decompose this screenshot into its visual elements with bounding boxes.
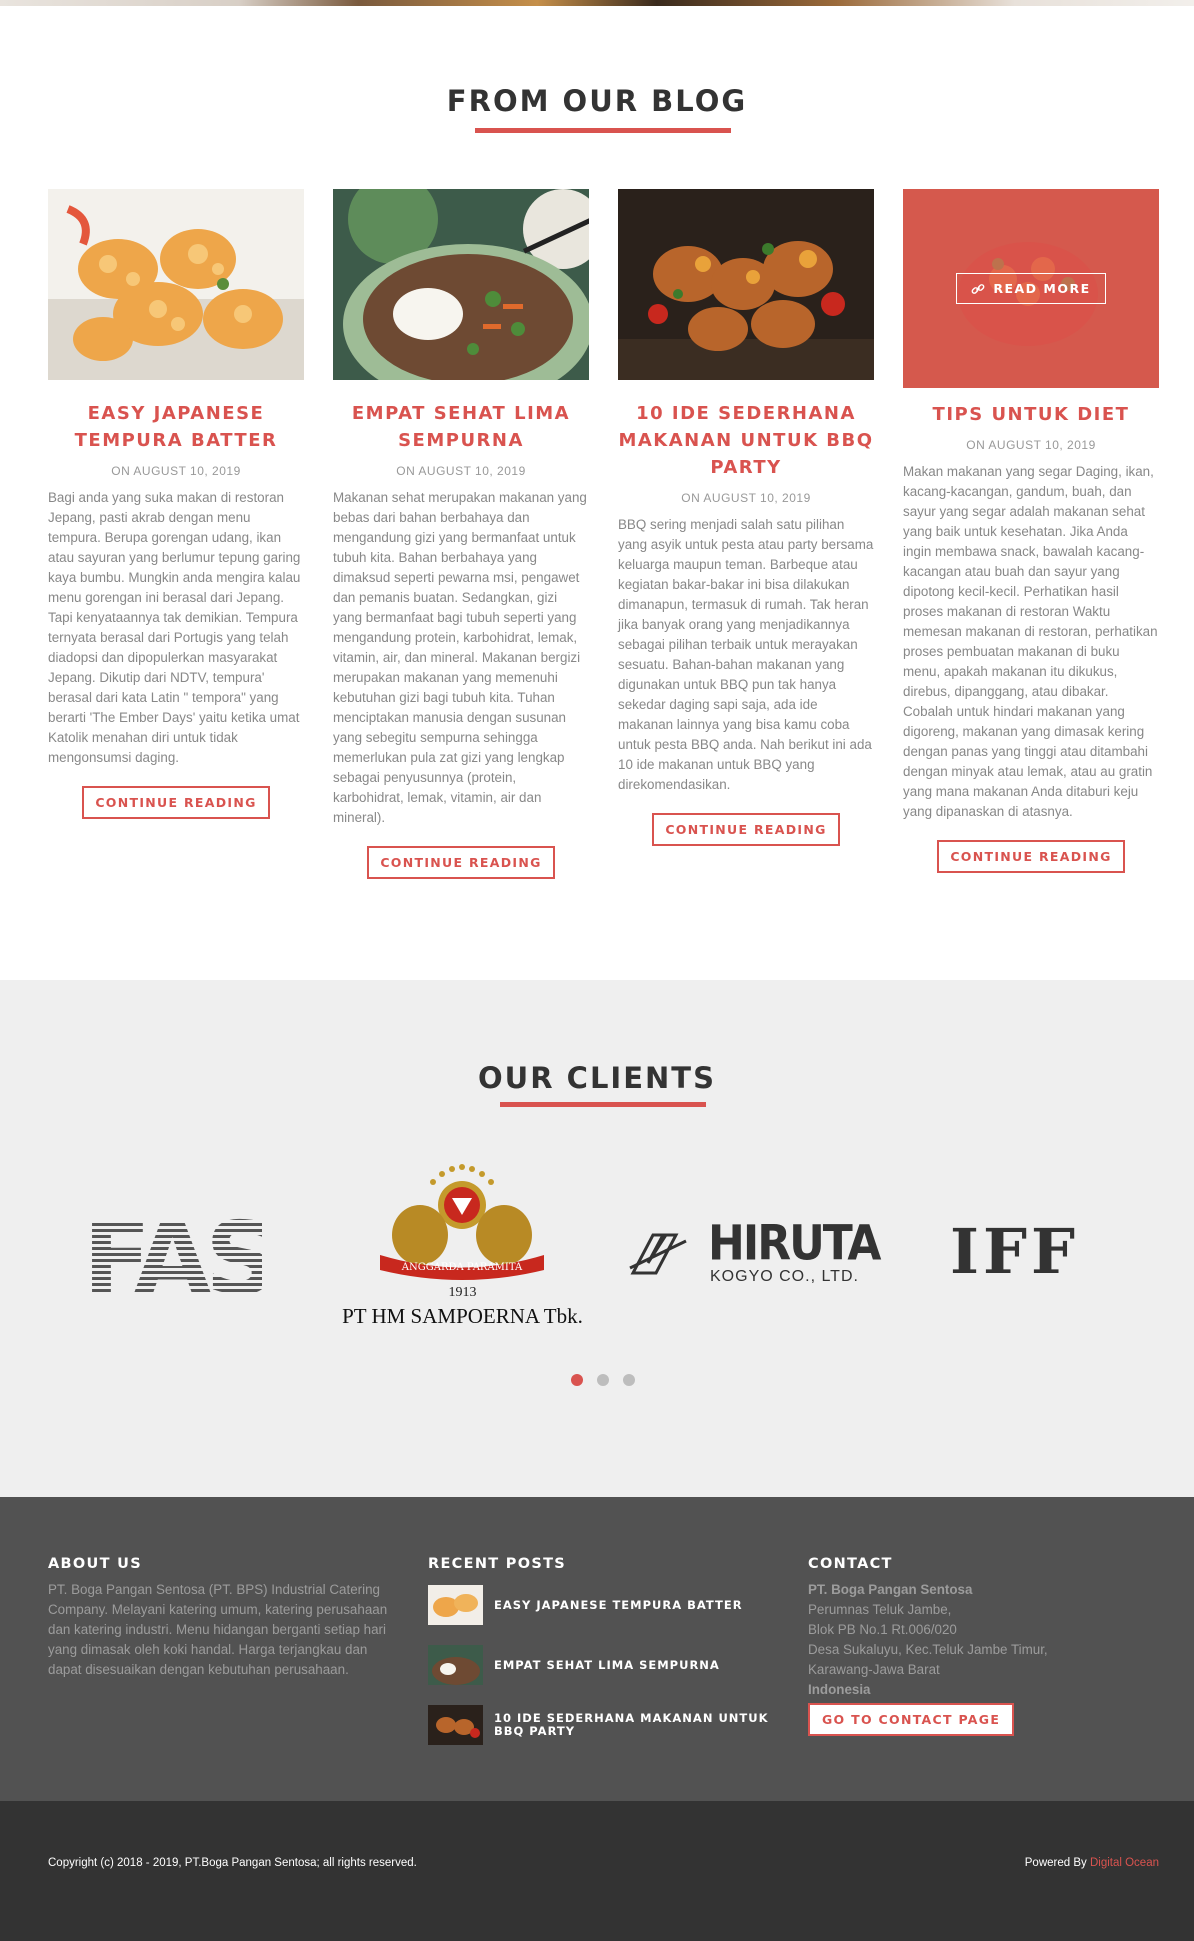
recent-post-title[interactable]: EMPAT SEHAT LIMA SEMPURNA <box>494 1658 720 1672</box>
blog-post-excerpt: BBQ sering menjadi salah satu pilihan ya… <box>618 517 874 792</box>
blog-card: READ MORE TIPS UNTUK DIET ON AUGUST 10, … <box>903 189 1159 873</box>
carousel-dot[interactable] <box>623 1374 635 1386</box>
client-logo-fas: FAS <box>83 1200 277 1317</box>
link-icon <box>971 283 985 294</box>
copyright-text: Copyright (c) 2018 - 2019, PT.Boga Panga… <box>48 1857 417 1869</box>
recent-post-item[interactable]: EMPAT SEHAT LIMA SEMPURNA <box>428 1645 788 1685</box>
blog-post-title[interactable]: EMPAT SEHAT LIMA SEMPURNA <box>333 400 589 454</box>
hiruta-emblem-icon <box>629 1233 687 1275</box>
bottom-bar <box>0 1801 1194 1941</box>
blog-post-excerpt: Makanan sehat merupakan makanan yang beb… <box>333 490 587 825</box>
carousel-dot[interactable] <box>571 1374 583 1386</box>
clients-title-underline <box>500 1102 706 1107</box>
carousel-dot[interactable] <box>597 1374 609 1386</box>
image-hover-overlay: READ MORE <box>903 189 1159 388</box>
blog-card: 10 IDE SEDERHANA MAKANAN UNTUK BBQ PARTY… <box>618 189 874 846</box>
hiruta-logo-text: HIRUTA <box>708 1215 881 1272</box>
client-logo-sampoerna: ANGGARDA PARAMITA 1913 PT HM SAMPOERNA T… <box>340 1160 585 1335</box>
contact-country: Indonesia <box>808 1682 871 1697</box>
powered-by-label: Powered By <box>1024 1857 1090 1869</box>
contact-address-line: Desa Sukaluyu, Kec.Teluk Jambe Timur, <box>808 1642 1048 1657</box>
continue-reading-button[interactable]: CONTINUE READING <box>937 840 1125 873</box>
sampoerna-banner-text: ANGGARDA PARAMITA <box>401 1262 523 1273</box>
blog-image-tempura[interactable] <box>48 189 304 380</box>
blog-post-date: ON AUGUST 10, 2019 <box>966 438 1096 452</box>
contact-address-line: Karawang-Jawa Barat <box>808 1662 940 1677</box>
footer-contact-heading: CONTACT <box>808 1556 893 1572</box>
recent-post-item[interactable]: EASY JAPANESE TEMPURA BATTER <box>428 1585 788 1625</box>
powered-by: Powered By Digital Ocean <box>1025 1857 1159 1869</box>
contact-address-line: Blok PB No.1 Rt.006/020 <box>808 1622 957 1637</box>
blog-post-excerpt: Bagi anda yang suka makan di restoran Je… <box>48 490 301 765</box>
blog-post-title[interactable]: 10 IDE SEDERHANA MAKANAN UNTUK BBQ PARTY <box>618 400 874 481</box>
recent-post-thumbnail <box>428 1645 483 1685</box>
client-logo-iff: IFF <box>950 1215 1125 1288</box>
continue-reading-button[interactable]: CONTINUE READING <box>652 813 840 846</box>
recent-post-item[interactable]: 10 IDE SEDERHANA MAKANAN UNTUK BBQ PARTY <box>428 1705 788 1745</box>
blog-title-underline <box>475 128 731 133</box>
recent-post-title[interactable]: EASY JAPANESE TEMPURA BATTER <box>494 1598 743 1612</box>
blog-post-date: ON AUGUST 10, 2019 <box>111 464 241 478</box>
contact-company: PT. Boga Pangan Sentosa <box>808 1582 973 1597</box>
hiruta-logo-sub: KOGYO CO., LTD. <box>710 1268 859 1285</box>
blog-post-date: ON AUGUST 10, 2019 <box>396 464 526 478</box>
continue-reading-button[interactable]: CONTINUE READING <box>367 846 555 879</box>
blog-card: EASY JAPANESE TEMPURA BATTER ON AUGUST 1… <box>48 189 304 819</box>
blog-post-date: ON AUGUST 10, 2019 <box>681 491 811 505</box>
fas-logo-text: FAS <box>92 1205 262 1301</box>
continue-reading-button[interactable]: CONTINUE READING <box>82 786 270 819</box>
blog-image-healthy-meal[interactable] <box>333 189 589 380</box>
blog-post-title[interactable]: EASY JAPANESE TEMPURA BATTER <box>48 400 304 454</box>
footer-about-heading: ABOUT US <box>48 1556 142 1572</box>
recent-post-thumbnail <box>428 1585 483 1625</box>
footer-recent-heading: RECENT POSTS <box>428 1556 567 1572</box>
blog-section-title: FROM OUR BLOG <box>446 84 748 118</box>
powered-by-link[interactable]: Digital Ocean <box>1090 1857 1159 1869</box>
blog-card: EMPAT SEHAT LIMA SEMPURNA ON AUGUST 10, … <box>333 189 589 879</box>
footer-about-text: PT. Boga Pangan Sentosa (PT. BPS) Indust… <box>48 1582 388 1677</box>
recent-post-thumbnail <box>428 1705 483 1745</box>
sampoerna-year: 1913 <box>448 1285 477 1300</box>
clients-section-title: OUR CLIENTS <box>478 1061 716 1095</box>
iff-logo-text: IFF <box>950 1215 1080 1288</box>
contact-page-button[interactable]: GO TO CONTACT PAGE <box>808 1703 1015 1736</box>
read-more-label: READ MORE <box>993 281 1091 296</box>
read-more-button[interactable]: READ MORE <box>956 273 1106 304</box>
sampoerna-name: PT HM SAMPOERNA Tbk. <box>342 1304 583 1328</box>
hero-image-strip <box>0 0 1194 6</box>
blog-post-excerpt: Makan makanan yang segar Daging, ikan, k… <box>903 464 1158 819</box>
blog-post-title[interactable]: TIPS UNTUK DIET <box>903 401 1159 428</box>
recent-post-title[interactable]: 10 IDE SEDERHANA MAKANAN UNTUK BBQ PARTY <box>494 1712 769 1738</box>
contact-address-line: Perumnas Teluk Jambe, <box>808 1602 952 1617</box>
blog-image-bbq[interactable] <box>618 189 874 380</box>
blog-image-diet[interactable]: READ MORE <box>903 189 1159 388</box>
client-logo-hiruta: HIRUTA KOGYO CO., LTD. <box>628 1215 881 1288</box>
